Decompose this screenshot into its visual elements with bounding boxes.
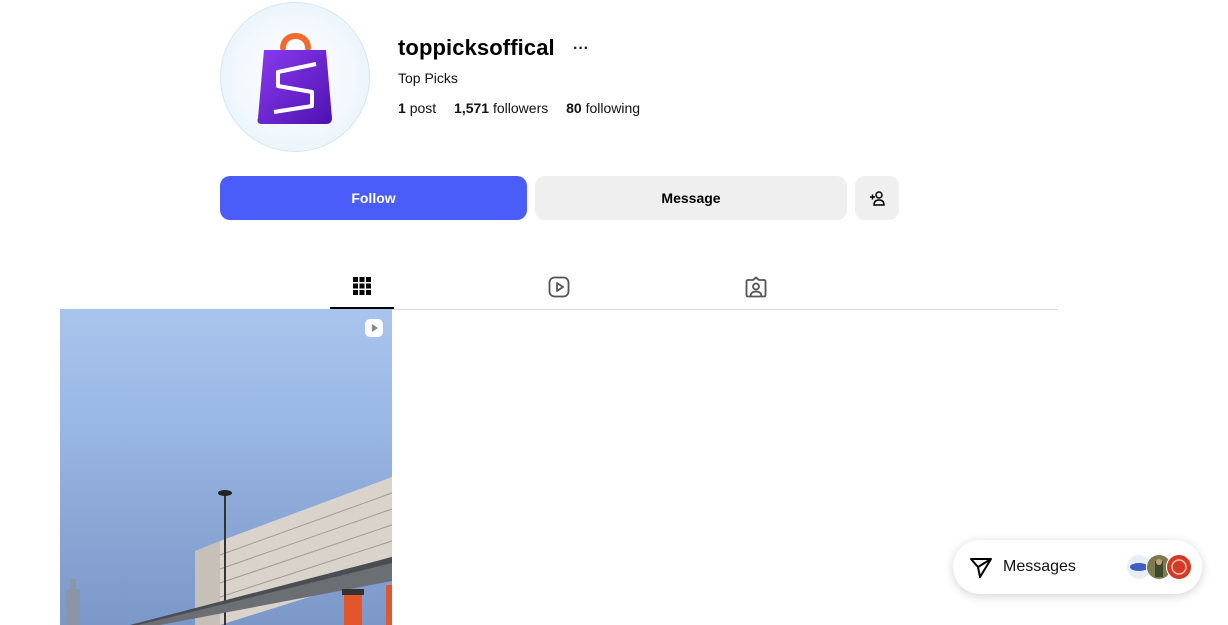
posts-count: 1 (398, 100, 406, 116)
profile-avatar[interactable] (220, 2, 370, 152)
following-count: 80 (566, 100, 582, 116)
messages-bar[interactable]: Messages (953, 540, 1202, 594)
follow-button[interactable]: Follow (220, 176, 527, 220)
message-button[interactable]: Message (535, 176, 847, 220)
post-image (66, 477, 392, 625)
reel-badge-icon (365, 319, 383, 337)
followers-label: followers (492, 100, 549, 116)
profile-full-name: Top Picks (398, 70, 458, 86)
suggest-user-button[interactable] (855, 176, 899, 220)
tab-tagged[interactable] (724, 265, 788, 308)
followers-count: 1,571 (454, 100, 490, 116)
profile-stats: 1 post 1,571 followers 80 following (398, 100, 654, 116)
paper-plane-icon (970, 558, 992, 578)
posts-stat: 1 post (398, 100, 436, 116)
post-thumbnail[interactable] (60, 309, 392, 625)
grid-icon (353, 277, 371, 295)
profile-tabs (60, 265, 1058, 310)
profile-username: toppicksoffical (398, 35, 555, 60)
messages-label: Messages (1003, 558, 1076, 575)
reels-icon (548, 276, 570, 297)
shopping-bag-logo-icon (257, 33, 332, 124)
person-add-icon (870, 191, 885, 206)
posts-label: post (409, 100, 437, 116)
following-label: following (585, 100, 641, 116)
tab-posts[interactable] (330, 265, 394, 309)
message-avatars (1126, 554, 1192, 580)
more-options-icon[interactable]: ··· (573, 40, 589, 58)
tagged-icon (745, 276, 767, 297)
following-stat[interactable]: 80 following (566, 100, 640, 116)
followers-stat[interactable]: 1,571 followers (454, 100, 548, 116)
tab-reels[interactable] (527, 265, 591, 308)
avatar (1166, 554, 1192, 580)
